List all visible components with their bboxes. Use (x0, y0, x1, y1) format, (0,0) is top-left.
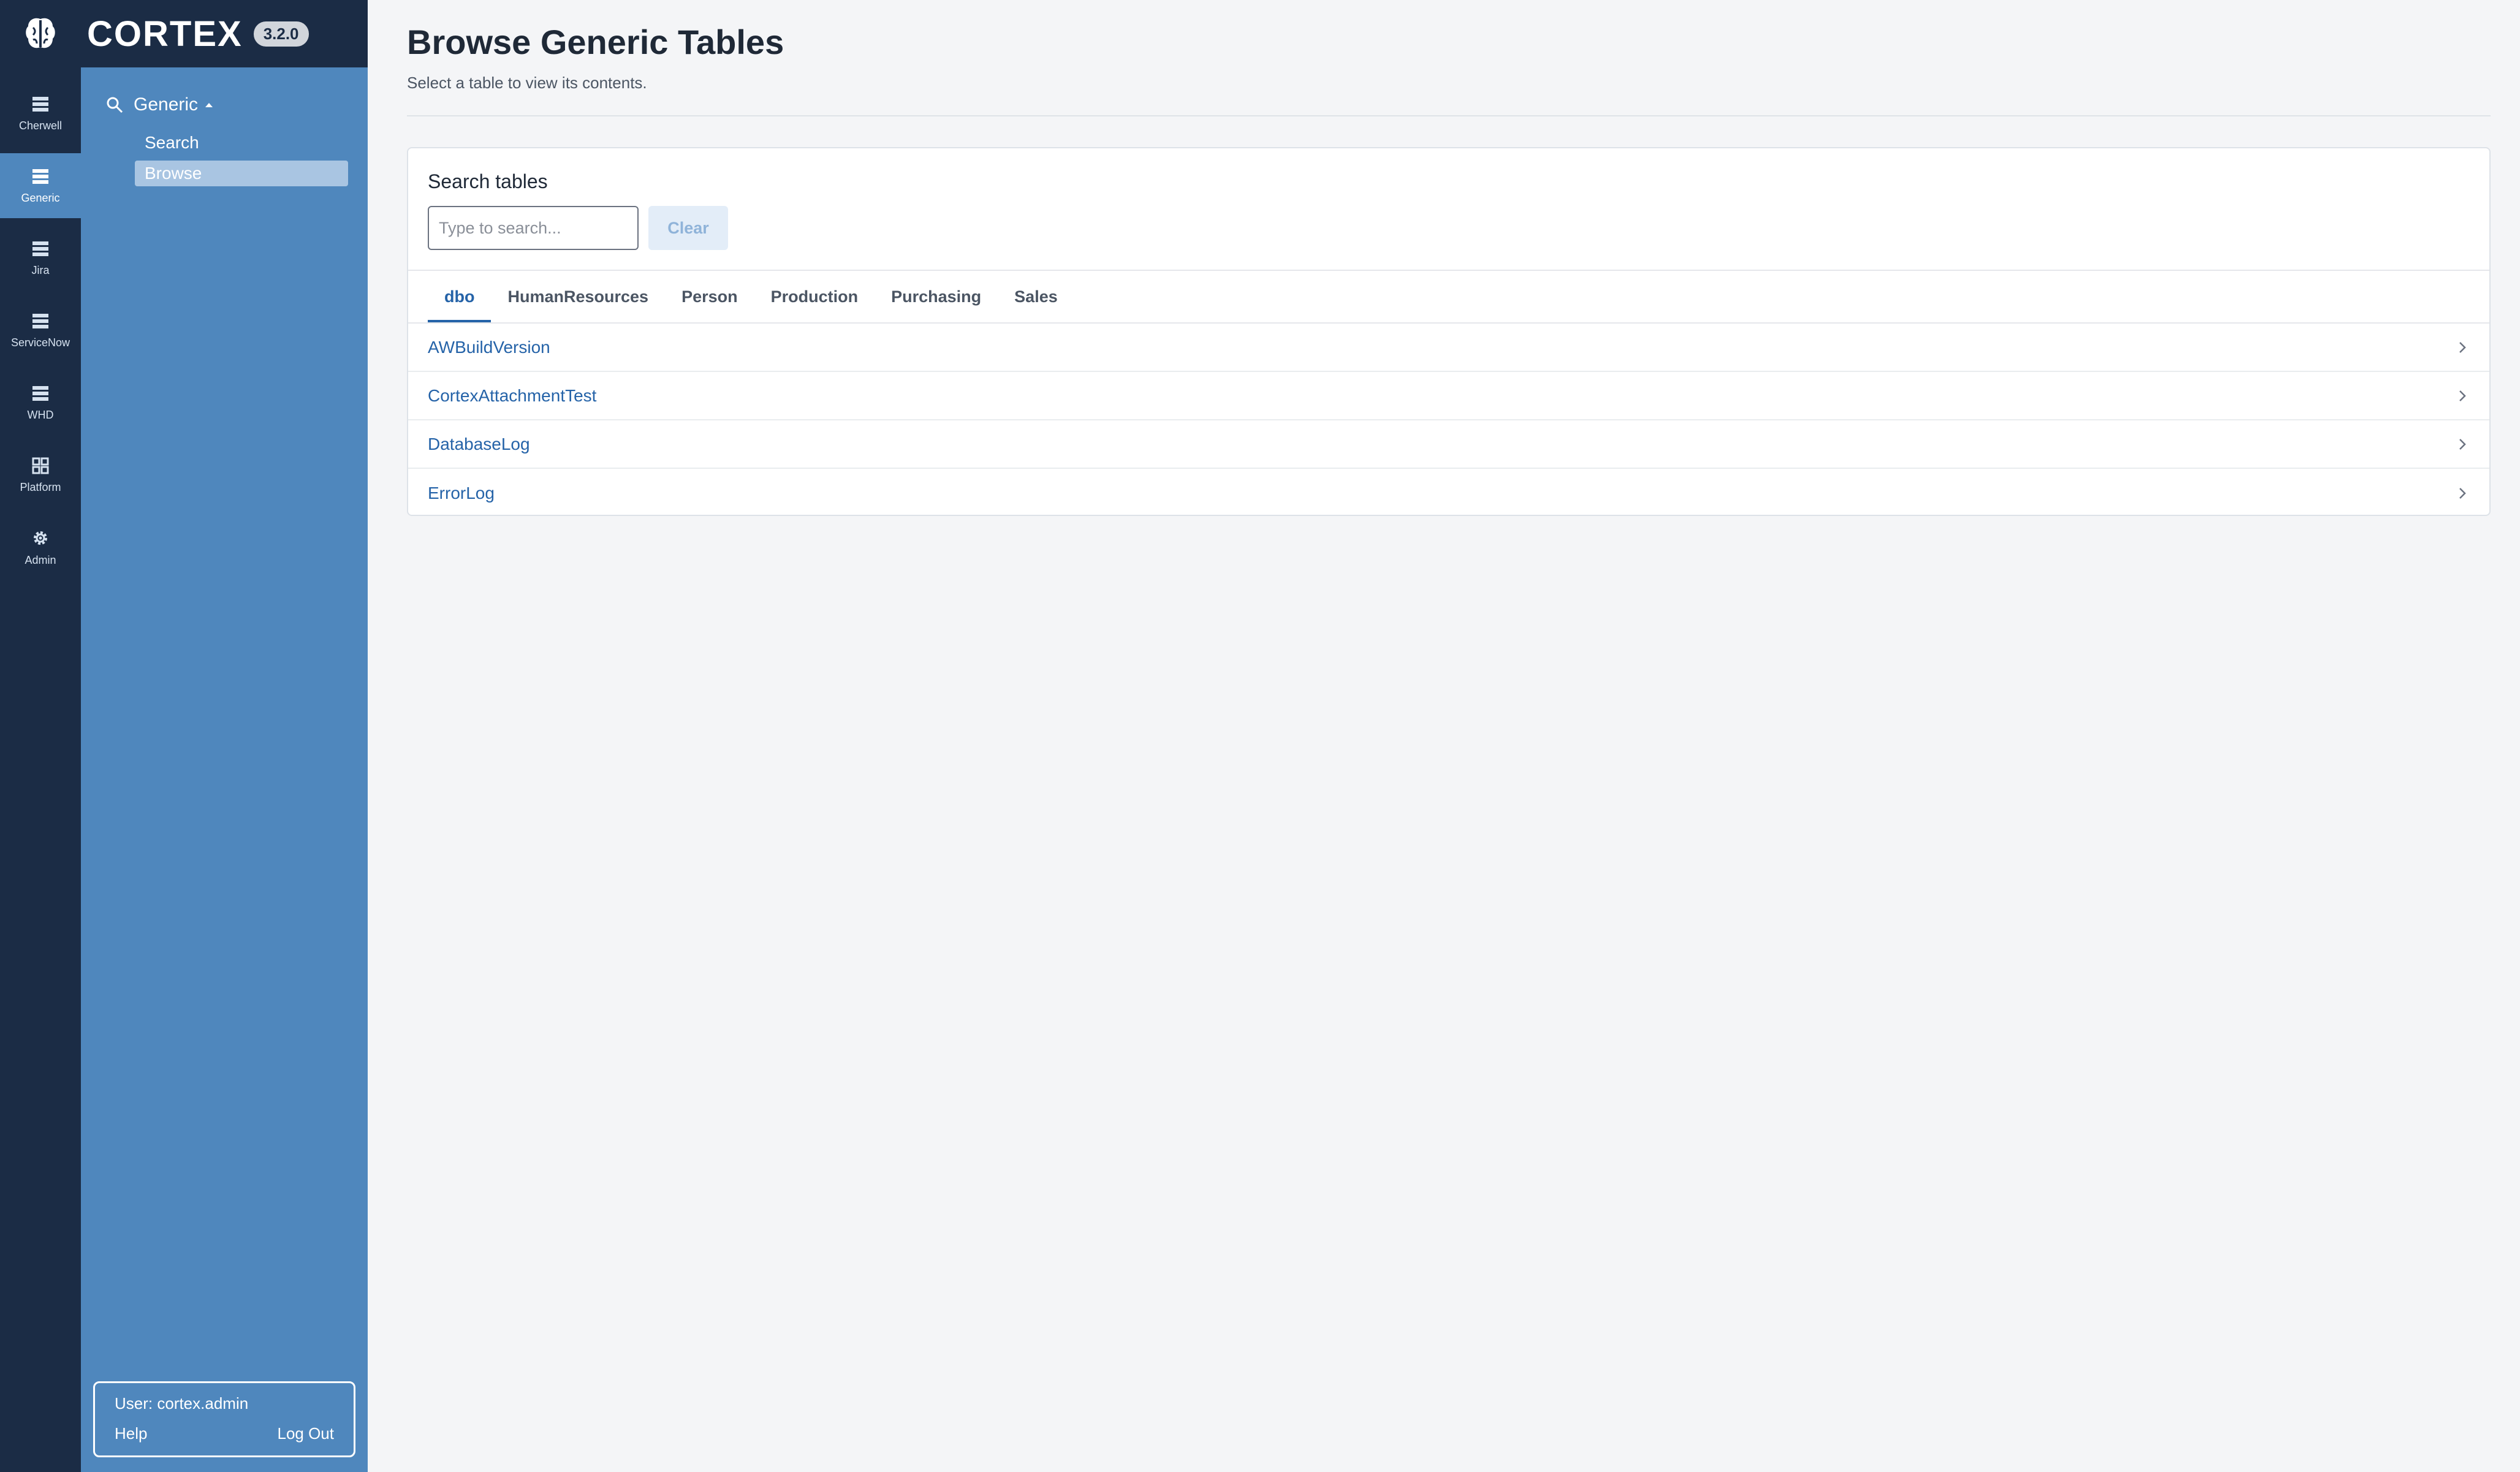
tab-humanresources[interactable]: HumanResources (491, 271, 665, 322)
list-icon (32, 96, 48, 112)
rail-item-jira[interactable]: Jira (0, 226, 81, 290)
table-link[interactable]: DatabaseLog (428, 434, 530, 454)
rail-item-generic[interactable]: Generic (0, 153, 81, 218)
help-link[interactable]: Help (115, 1424, 147, 1443)
gear-icon (34, 531, 47, 545)
sidebar-item-search[interactable]: Search (135, 130, 348, 156)
table-row[interactable]: DatabaseLog (408, 420, 2489, 469)
sidebar-item-browse[interactable]: Browse (135, 161, 348, 186)
table-link[interactable]: AWBuildVersion (428, 338, 550, 357)
rail-item-admin[interactable]: Admin (0, 515, 81, 580)
table-row[interactable]: AWBuildVersion (408, 324, 2489, 372)
sub-sidebar: Generic Search Browse User: cortex.admin… (81, 67, 368, 1472)
table-link[interactable]: ErrorLog (428, 484, 495, 503)
app-header: CORTEX 3.2.0 (0, 0, 368, 67)
list-icon (32, 385, 48, 401)
chevron-right-icon (2459, 487, 2466, 499)
tab-dbo[interactable]: dbo (428, 271, 491, 322)
list-icon (32, 169, 48, 184)
divider (407, 115, 2491, 116)
tab-purchasing[interactable]: Purchasing (875, 271, 998, 322)
rail-item-label: Generic (21, 191, 60, 204)
rail-item-label: Jira (31, 264, 50, 276)
schema-tabs: dbo HumanResources Person Production Pur… (408, 271, 2489, 324)
rail-item-label: Cherwell (18, 119, 63, 132)
rail-item-platform[interactable]: Platform (0, 442, 81, 507)
rail-item-label: Platform (20, 480, 61, 493)
rail-item-label: WHD (27, 408, 54, 421)
clear-button[interactable]: Clear (648, 206, 728, 250)
rail-item-label: Admin (25, 553, 56, 566)
user-name: User: cortex.admin (115, 1394, 249, 1413)
rail-item-whd[interactable]: WHD (0, 370, 81, 435)
app-name: CORTEX (87, 13, 243, 54)
tab-production[interactable]: Production (754, 271, 875, 322)
brain-logo-icon[interactable] (0, 15, 81, 52)
tab-person[interactable]: Person (665, 271, 754, 322)
sidebar-group-generic[interactable]: Generic (105, 94, 214, 115)
table-link[interactable]: CortexAttachmentTest (428, 386, 596, 406)
search-section: Search tables Clear (408, 148, 2489, 271)
search-label: Search tables (428, 170, 548, 192)
search-input[interactable] (428, 206, 639, 250)
version-badge: 3.2.0 (253, 21, 309, 47)
grid-icon (32, 457, 49, 474)
table-row[interactable]: ErrorLog (408, 469, 2489, 515)
rail-item-label: ServiceNow (10, 336, 70, 349)
chevron-right-icon (2459, 341, 2466, 353)
rail-item-servicenow[interactable]: ServiceNow (0, 298, 81, 363)
caret-up-icon (205, 103, 213, 107)
chevron-right-icon (2459, 390, 2466, 401)
table-list: AWBuildVersion CortexAttachmentTest Data… (408, 324, 2489, 515)
icon-rail: Cherwell Generic Jira ServiceNow WHD Pla… (0, 67, 81, 1472)
sidebar-group-label: Generic (134, 94, 199, 115)
logout-link[interactable]: Log Out (277, 1424, 334, 1443)
page-subtitle: Select a table to view its contents. (407, 74, 647, 92)
list-icon (32, 241, 48, 256)
table-row[interactable]: CortexAttachmentTest (408, 372, 2489, 420)
chevron-right-icon (2459, 438, 2466, 450)
search-icon (107, 97, 123, 113)
list-icon (32, 313, 48, 328)
user-panel: User: cortex.admin Help Log Out (93, 1381, 355, 1457)
rail-item-cherwell[interactable]: Cherwell (0, 81, 81, 146)
tab-sales[interactable]: Sales (998, 271, 1074, 322)
tables-card: Search tables Clear dbo HumanResources P… (407, 147, 2491, 516)
page-title: Browse Generic Tables (407, 23, 784, 61)
